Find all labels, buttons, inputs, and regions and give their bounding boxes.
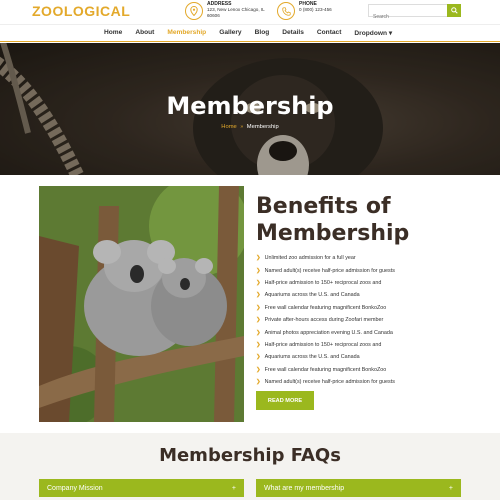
benefit-text: Named adult(s) receive half-price admiss… [264, 379, 395, 386]
benefit-text: Private after-hours access during Zoofar… [264, 317, 384, 324]
chevron-right-icon: ❯ [256, 366, 261, 373]
chevron-right-icon: ❯ [256, 379, 261, 386]
benefit-item: ❯ Named adult(s) receive half-price admis… [256, 264, 395, 276]
benefit-text: Animal photos appreciation evening U.S. … [264, 329, 393, 336]
benefit-item: ❯ Half-price admission to 150+ reciprocal… [256, 277, 395, 289]
search-button[interactable] [447, 4, 461, 17]
breadcrumb-current: Membership [246, 124, 279, 130]
benefit-text: Half-price admission to 150+ reciprocal … [264, 279, 382, 286]
benefit-item: ❯ Free wall calendar featuring magnificen… [256, 302, 395, 314]
breadcrumb-separator-icon: » [240, 124, 244, 130]
search-box [368, 4, 461, 23]
chevron-right-icon: ❯ [256, 267, 261, 274]
chevron-right-icon: ❯ [256, 255, 261, 262]
chevron-right-icon: ❯ [256, 304, 261, 311]
page-title: Membership [166, 92, 334, 120]
nav-item-details[interactable]: Details [282, 29, 304, 37]
nav-item-membership[interactable]: Membership [167, 29, 206, 37]
faq-item-company-mission[interactable]: Company Mission + [39, 479, 244, 497]
nav-item-dropdown[interactable]: Dropdown ▾ [354, 29, 392, 37]
benefit-text: Half-price admission to 150+ reciprocal … [264, 341, 382, 348]
benefit-item: ❯ Named adult(s) receive half-price admis… [256, 376, 395, 388]
benefit-item: ❯ Aquariums across the U.S. and Canada [256, 351, 395, 363]
main-nav-bar: Home About Membership Gallery Blog Detai… [0, 24, 500, 42]
chevron-right-icon: ❯ [256, 292, 261, 299]
nav-item-about[interactable]: About [135, 29, 154, 37]
nav-item-contact[interactable]: Contact [317, 29, 342, 37]
benefit-text: Aquariums across the U.S. and Canada [264, 292, 360, 299]
benefit-text: Free wall calendar featuring magnificent… [264, 304, 387, 311]
nav-item-home[interactable]: Home [104, 29, 122, 37]
address-block: ADDRESS 123, New Lenox Chicago, IL 60606 [185, 1, 265, 20]
breadcrumb-home-link[interactable]: Home [221, 124, 236, 130]
benefit-text: Free wall calendar featuring magnificent… [264, 366, 387, 373]
location-pin-icon [185, 2, 203, 20]
breadcrumb: Home » Membership [0, 124, 500, 130]
main-nav: Home About Membership Gallery Blog Detai… [104, 29, 405, 37]
search-input[interactable] [369, 11, 447, 23]
faq-heading: Membership FAQs [159, 445, 341, 466]
benefit-item: ❯ Half-price admission to 150+ reciprocal… [256, 339, 395, 351]
faq-item-label: What are my membership [264, 484, 345, 492]
phone-icon [277, 2, 295, 20]
benefit-item: ❯ Animal photos appreciation evening U.S.… [256, 326, 395, 338]
faq-item-membership[interactable]: What are my membership + [256, 479, 461, 497]
chevron-right-icon: ❯ [256, 317, 261, 324]
benefits-heading: Benefits of Membership [256, 194, 410, 246]
plus-icon: + [231, 484, 236, 492]
phone-number[interactable]: 0 (800) 123-456 [299, 7, 332, 13]
benefit-item: ❯ Aquariums across the U.S. and Canada [256, 289, 395, 301]
read-more-button[interactable]: READ MORE [256, 391, 314, 410]
chevron-right-icon: ❯ [256, 279, 261, 286]
page-hero-banner: Membership Home » Membership [0, 43, 500, 175]
nav-item-blog[interactable]: Blog [255, 29, 270, 37]
benefit-item: ❯ Free wall calendar featuring magnificen… [256, 364, 395, 376]
benefit-text: Aquariums across the U.S. and Canada [264, 354, 360, 361]
search-icon [450, 7, 458, 14]
benefit-item: ❯ Unlimited zoo admission for a full year [256, 252, 395, 264]
koala-photo [39, 186, 244, 422]
benefits-list: ❯ Unlimited zoo admission for a full year… [256, 252, 395, 388]
nav-item-gallery[interactable]: Gallery [219, 29, 241, 37]
plus-icon: + [448, 484, 453, 492]
chevron-right-icon: ❯ [256, 329, 261, 336]
address-line-2: 60606 [207, 13, 220, 18]
site-logo[interactable]: ZOOLOGICAL [32, 3, 130, 19]
phone-block: PHONE 0 (800) 123-456 [277, 1, 332, 20]
benefit-text: Named adult(s) receive half-price admiss… [264, 267, 395, 274]
benefit-text: Unlimited zoo admission for a full year [264, 255, 356, 262]
top-header: ZOOLOGICAL ADDRESS 123, New Lenox Chicag… [0, 0, 500, 24]
benefit-item: ❯ Private after-hours access during Zoofa… [256, 314, 395, 326]
chevron-right-icon: ❯ [256, 341, 261, 348]
chevron-right-icon: ❯ [256, 354, 261, 361]
faq-item-label: Company Mission [47, 484, 103, 492]
